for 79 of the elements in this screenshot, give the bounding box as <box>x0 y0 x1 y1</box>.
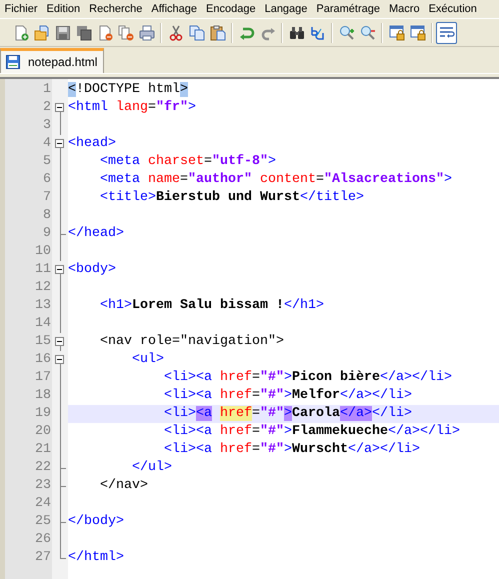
zoom-in-icon <box>338 24 354 40</box>
code-line: <li><a href="#">Picon bière</a></li> <box>162 369 453 387</box>
line-number: 13 <box>34 297 52 315</box>
menu-item[interactable]: Fichier <box>0 3 42 15</box>
fold-toggle-button[interactable] <box>55 265 64 274</box>
menu-item[interactable]: Encodage <box>202 3 260 15</box>
code-line: <h1>Lorem Salu bissam !</h1> <box>98 297 325 315</box>
printer-icon <box>138 24 154 40</box>
line-number: 1 <box>42 81 52 99</box>
window-padlock-icon <box>388 24 404 40</box>
documents-minus-icon <box>118 24 134 40</box>
line-number: 14 <box>34 315 52 333</box>
line-number: 15 <box>34 333 52 351</box>
word-wrap-icon <box>438 24 454 40</box>
code-line: <ul> <box>130 351 165 369</box>
new-file-icon <box>12 24 28 40</box>
code-line: <!DOCTYPE html> <box>68 81 189 99</box>
fold-toggle-button[interactable] <box>55 103 64 112</box>
binoculars-icon <box>288 24 304 40</box>
replace-letters-icon <box>310 24 326 40</box>
code-line: </ul> <box>130 459 173 477</box>
code-line: <li><a href="#">Flammekueche</a></li> <box>162 423 461 441</box>
code-line: </html> <box>68 549 125 567</box>
line-number: 18 <box>34 387 52 405</box>
line-number: 17 <box>34 369 52 387</box>
line-number: 16 <box>34 351 52 369</box>
word-wrap-button[interactable] <box>436 22 457 44</box>
line-number: 5 <box>42 153 52 171</box>
line-number: 24 <box>34 495 52 513</box>
fold-toggle-button[interactable] <box>55 355 64 364</box>
line-number: 20 <box>34 423 52 441</box>
window-padlock-icon <box>410 24 426 40</box>
code-line: </head> <box>68 225 125 243</box>
code-line: <li><a href="#">Wurscht</a></li> <box>162 441 421 459</box>
fold-toggle-button[interactable] <box>55 139 64 148</box>
clipboard-icon <box>210 24 226 40</box>
fold-toggle-button[interactable] <box>55 337 64 346</box>
line-number: 3 <box>42 117 52 135</box>
menu-item[interactable]: Paramétrage <box>312 3 384 15</box>
copy-icon <box>188 24 204 40</box>
code-line: <head> <box>68 135 117 153</box>
code-line: <meta charset="utf-8"> <box>98 153 277 171</box>
scissors-icon <box>168 24 184 40</box>
line-number: 27 <box>34 549 52 567</box>
line-number: 21 <box>34 441 52 459</box>
zoom-out-icon <box>360 24 376 40</box>
file-tab[interactable]: notepad.html <box>0 48 104 73</box>
menu-item[interactable]: Langage <box>260 3 312 15</box>
line-number: 22 <box>34 459 52 477</box>
code-line: </body> <box>68 513 125 531</box>
code-line: <html lang="fr"> <box>68 99 197 117</box>
line-number: 7 <box>42 189 52 207</box>
line-number: 8 <box>42 207 52 225</box>
menu-item[interactable]: Affichage <box>146 3 202 15</box>
code-line: </nav> <box>98 477 149 495</box>
menu-item[interactable]: Recherche <box>84 3 147 15</box>
line-number: 9 <box>42 225 52 243</box>
line-number: 12 <box>34 279 52 297</box>
line-number: 4 <box>42 135 52 153</box>
line-number: 26 <box>34 531 52 549</box>
save-icon <box>54 24 70 40</box>
menu-item[interactable]: Macro <box>384 3 424 15</box>
line-number: 11 <box>34 261 52 279</box>
menu-item[interactable]: Edition <box>42 3 85 15</box>
menu-item[interactable]: Exécution <box>424 3 482 15</box>
stacked-disks-icon <box>76 24 92 40</box>
code-line: <title>Bierstub und Wurst</title> <box>98 189 365 207</box>
line-number: 23 <box>34 477 52 495</box>
line-number: 19 <box>34 405 52 423</box>
line-number: 25 <box>34 513 52 531</box>
document-minus-icon <box>96 24 112 40</box>
line-number: 6 <box>42 171 52 189</box>
line-number: 2 <box>42 99 52 117</box>
code-line: <body> <box>68 261 117 279</box>
code-line: <meta name="author" content="Alsacreations"> <box>98 171 453 189</box>
code-line: <nav role="navigation"> <box>98 333 285 351</box>
code-line: <li><a href="#">Melfor</a></li> <box>162 387 413 405</box>
line-number: 10 <box>34 243 52 261</box>
open-folder-icon <box>34 24 50 40</box>
